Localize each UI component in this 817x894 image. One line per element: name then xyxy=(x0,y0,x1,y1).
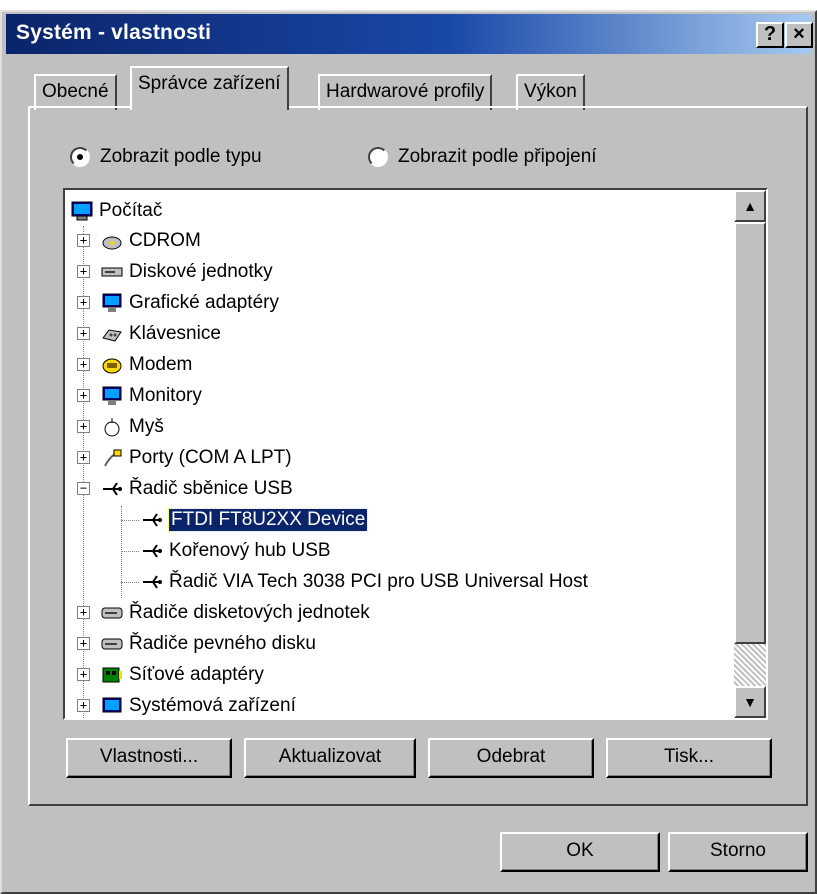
tree-item-label: Řadič sběnice USB xyxy=(129,478,293,499)
print-button[interactable]: Tisk... xyxy=(606,738,772,778)
tree-item-label: Síťové adaptéry xyxy=(129,664,264,685)
expand-icon[interactable]: + xyxy=(77,234,90,247)
usb-icon xyxy=(141,541,163,561)
usb-icon xyxy=(141,510,163,530)
tab-hardware-profiles[interactable]: Hardwarové profily xyxy=(318,74,493,110)
expand-icon[interactable]: + xyxy=(77,389,90,402)
monitor-icon xyxy=(101,386,123,406)
tree-item-label: Grafické adaptéry xyxy=(129,292,279,313)
tree-item-monitors[interactable]: + Monitory xyxy=(77,381,202,411)
collapse-icon[interactable]: − xyxy=(77,482,90,495)
disk-drive-icon xyxy=(101,262,123,282)
refresh-button[interactable]: Aktualizovat xyxy=(244,738,416,778)
display-adapter-icon xyxy=(101,293,123,313)
tree-child-via-host[interactable]: Řadič VIA Tech 3038 PCI pro USB Universa… xyxy=(115,567,588,597)
expand-icon[interactable]: + xyxy=(77,606,90,619)
scroll-up-arrow-icon[interactable]: ▲ xyxy=(734,190,766,222)
tree-item-label: Klávesnice xyxy=(129,323,221,344)
ok-button[interactable]: OK xyxy=(500,832,660,872)
tree-item-ports[interactable]: + Porty (COM A LPT) xyxy=(77,443,292,473)
title-bar[interactable]: Systém - vlastnosti ? × xyxy=(6,14,813,54)
tree-root[interactable]: Počítač xyxy=(71,196,162,226)
tree-line xyxy=(121,520,139,521)
expand-icon[interactable]: + xyxy=(77,358,90,371)
tree-child-root-hub[interactable]: Kořenový hub USB xyxy=(115,536,331,566)
scroll-down-arrow-icon[interactable]: ▼ xyxy=(734,686,766,718)
mouse-icon xyxy=(101,417,123,437)
scroll-thumb[interactable] xyxy=(734,222,766,644)
expand-icon[interactable]: + xyxy=(77,451,90,464)
usb-icon xyxy=(141,572,163,592)
tree-item-modem[interactable]: + Modem xyxy=(77,350,192,380)
tree-item-label: Řadič VIA Tech 3038 PCI pro USB Universa… xyxy=(169,571,588,592)
radio-by-type[interactable] xyxy=(70,147,90,167)
view-by-connection-option[interactable]: Zobrazit podle připojení xyxy=(368,146,597,168)
tree-item-label: Monitory xyxy=(129,385,202,406)
tree-item-label: CDROM xyxy=(129,230,201,251)
tree-line xyxy=(121,551,139,552)
view-by-connection-label: Zobrazit podle připojení xyxy=(398,146,597,167)
view-by-type-label: Zobrazit podle typu xyxy=(100,146,262,167)
hdd-controller-icon xyxy=(101,634,123,654)
expand-icon[interactable]: + xyxy=(77,265,90,278)
port-icon xyxy=(101,448,123,468)
tree-item-label: Porty (COM A LPT) xyxy=(129,447,292,468)
floppy-controller-icon xyxy=(101,603,123,623)
vertical-scrollbar[interactable]: ▲ ▼ xyxy=(734,190,766,718)
close-button[interactable]: × xyxy=(785,22,813,48)
tree-line xyxy=(121,582,139,583)
tree-item-hdd-controllers[interactable]: + Řadiče pevného disku xyxy=(77,629,316,659)
network-adapter-icon xyxy=(101,665,123,685)
tree-item-label: Řadiče pevného disku xyxy=(129,633,316,654)
expand-icon[interactable]: + xyxy=(77,699,90,712)
keyboard-icon xyxy=(101,324,123,344)
expand-icon[interactable]: + xyxy=(77,668,90,681)
tree-child-ftdi-device[interactable]: FTDI FT8U2XX Device xyxy=(115,505,369,535)
view-by-type-option[interactable]: Zobrazit podle typu xyxy=(70,146,262,168)
tab-device-manager[interactable]: Správce zařízení xyxy=(130,66,289,110)
tree-item-cdrom[interactable]: + CDROM xyxy=(77,226,201,256)
tree-item-label: Kořenový hub USB xyxy=(169,540,331,561)
tree-item-label: Modem xyxy=(129,354,193,375)
tree-item-system-devices[interactable]: + Systémová zařízení xyxy=(77,691,296,718)
usb-icon xyxy=(101,479,123,499)
tree-root-label: Počítač xyxy=(99,200,163,221)
remove-button[interactable]: Odebrat xyxy=(428,738,594,778)
tree-item-label: Myš xyxy=(129,416,164,437)
radio-by-connection[interactable] xyxy=(368,147,388,167)
tree-item-disk-drives[interactable]: + Diskové jednotky xyxy=(77,257,273,287)
tree-item-label: FTDI FT8U2XX Device xyxy=(167,508,369,532)
expand-icon[interactable]: + xyxy=(77,296,90,309)
tree-item-mouse[interactable]: + Myš xyxy=(77,412,164,442)
tree-item-network-adapters[interactable]: + Síťové adaptéry xyxy=(77,660,264,690)
cdrom-icon xyxy=(101,231,123,251)
scroll-track[interactable] xyxy=(734,644,766,686)
tab-general[interactable]: Obecné xyxy=(34,74,117,110)
tree-item-keyboards[interactable]: + Klávesnice xyxy=(77,319,221,349)
device-tree-content: Počítač + CDROM + Diskové jednotky + Gra… xyxy=(65,190,732,718)
window-title: Systém - vlastnosti xyxy=(16,21,212,44)
properties-button[interactable]: Vlastnosti... xyxy=(66,738,232,778)
expand-icon[interactable]: + xyxy=(77,637,90,650)
device-tree[interactable]: Počítač + CDROM + Diskové jednotky + Gra… xyxy=(63,188,768,720)
expand-icon[interactable]: + xyxy=(77,327,90,340)
cancel-button[interactable]: Storno xyxy=(668,832,808,872)
computer-icon xyxy=(71,201,93,221)
tree-item-label: Systémová zařízení xyxy=(129,695,296,716)
tree-item-label: Diskové jednotky xyxy=(129,261,273,282)
tree-item-usb-controller[interactable]: − Řadič sběnice USB xyxy=(77,474,293,504)
tree-item-floppy-controllers[interactable]: + Řadiče disketových jednotek xyxy=(77,598,370,628)
tree-item-label: Řadiče disketových jednotek xyxy=(129,602,370,623)
system-device-icon xyxy=(101,696,123,716)
help-button[interactable]: ? xyxy=(756,22,784,48)
tab-performance[interactable]: Výkon xyxy=(516,74,585,110)
expand-icon[interactable]: + xyxy=(77,420,90,433)
modem-icon xyxy=(101,355,123,375)
tree-item-display-adapters[interactable]: + Grafické adaptéry xyxy=(77,288,279,318)
